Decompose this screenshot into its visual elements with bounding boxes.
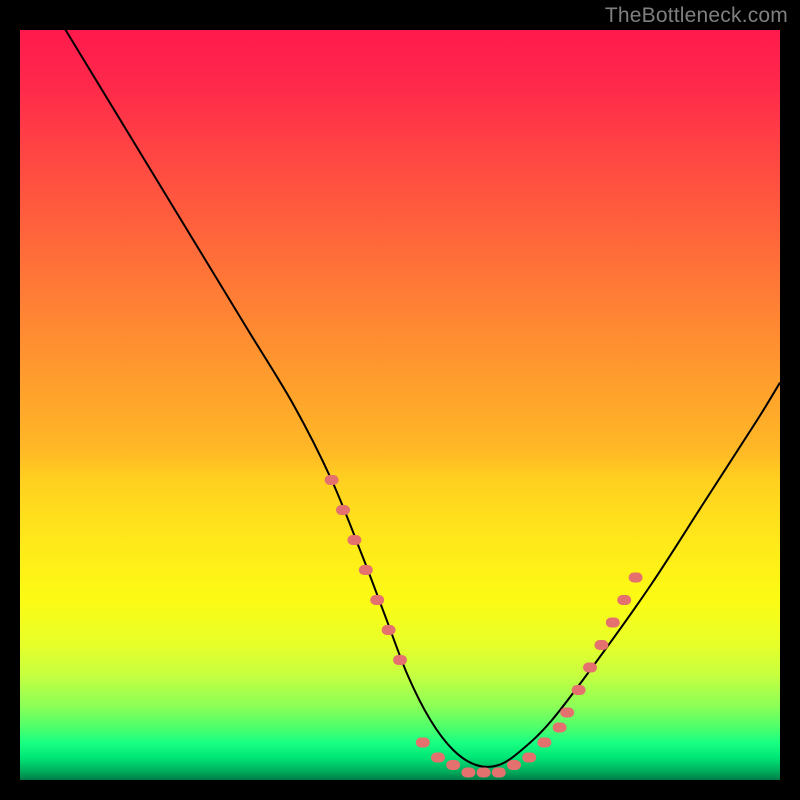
highlight-dot bbox=[477, 768, 491, 778]
highlight-dot bbox=[393, 655, 407, 665]
highlight-dot bbox=[606, 618, 620, 628]
highlight-dot bbox=[325, 475, 339, 485]
highlight-dot bbox=[347, 535, 361, 545]
highlight-dot bbox=[594, 640, 608, 650]
plot-area bbox=[20, 30, 780, 780]
highlight-dot bbox=[560, 708, 574, 718]
highlight-dot bbox=[629, 573, 643, 583]
highlight-dot bbox=[492, 768, 506, 778]
curve-svg bbox=[20, 30, 780, 780]
highlight-dot bbox=[359, 565, 373, 575]
highlight-dots bbox=[325, 475, 643, 778]
highlight-dot bbox=[431, 753, 445, 763]
highlight-dot bbox=[416, 738, 430, 748]
highlight-dot bbox=[507, 760, 521, 770]
highlight-dot bbox=[537, 738, 551, 748]
chart-frame: TheBottleneck.com bbox=[0, 0, 800, 800]
highlight-dot bbox=[461, 768, 475, 778]
highlight-dot bbox=[382, 625, 396, 635]
highlight-dot bbox=[522, 753, 536, 763]
highlight-dot bbox=[572, 685, 586, 695]
highlight-dot bbox=[336, 505, 350, 515]
highlight-dot bbox=[583, 663, 597, 673]
highlight-dot bbox=[370, 595, 384, 605]
highlight-dot bbox=[553, 723, 567, 733]
highlight-dot bbox=[617, 595, 631, 605]
highlight-dot bbox=[446, 760, 460, 770]
watermark-text: TheBottleneck.com bbox=[605, 4, 788, 28]
